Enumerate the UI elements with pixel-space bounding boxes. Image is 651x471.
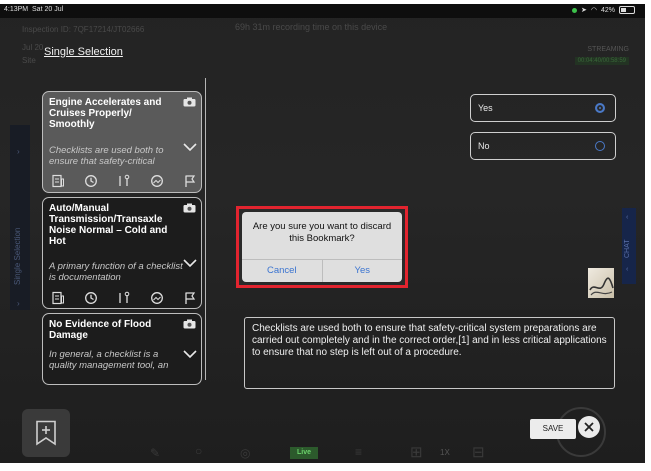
site-line: Site — [22, 56, 36, 65]
wifi-icon: ◠ — [590, 7, 597, 14]
status-clock: 4:13PM — [4, 6, 29, 13]
card-actions — [51, 174, 197, 188]
checklist-card[interactable]: Auto/Manual Transmission/Transaxle Noise… — [42, 197, 202, 309]
card-description: In general, a checklist is a quality man… — [49, 349, 169, 371]
chevron-left-icon: ‹ — [626, 266, 629, 273]
option-yes[interactable]: Yes — [470, 94, 616, 122]
zoom-in-icon[interactable]: ⊞ — [410, 443, 423, 461]
status-bar: 4:13PM Sat 20 Jul ➤ ◠ 42% — [0, 4, 645, 18]
streaming-label: STREAMING — [587, 46, 629, 53]
status-date: Sat 20 Jul — [32, 6, 64, 13]
document-icon[interactable] — [51, 291, 65, 305]
pen-icon[interactable]: ✎ — [150, 446, 160, 460]
close-save-button[interactable] — [578, 416, 600, 438]
tools-icon[interactable] — [117, 174, 131, 188]
battery-icon — [619, 6, 635, 14]
flag-icon[interactable] — [183, 291, 197, 305]
card-description: A primary function of a checklist is doc… — [49, 261, 183, 283]
status-time: 4:13PM Sat 20 Jul — [4, 6, 63, 13]
confirm-yes-button[interactable]: Yes — [321, 260, 403, 282]
option-no[interactable]: No — [470, 132, 616, 160]
chevron-down-icon[interactable] — [183, 349, 197, 359]
location-icon: ➤ — [581, 7, 587, 14]
image-icon[interactable] — [150, 174, 164, 188]
status-indicators: ➤ ◠ 42% — [572, 6, 635, 14]
checklist-card[interactable]: Engine Accelerates and Cruises Properly/… — [42, 91, 202, 193]
flag-icon[interactable] — [183, 174, 197, 188]
recording-info: 69h 31m recording time on this device — [235, 22, 388, 32]
panel-title: Single Selection — [44, 46, 123, 58]
date-line: Jul 20 — [22, 43, 44, 52]
recording-dot-icon — [572, 7, 577, 13]
camera-icon[interactable] — [183, 203, 196, 213]
radio-unselected-icon[interactable] — [595, 141, 605, 151]
chevron-down-icon[interactable] — [183, 258, 197, 268]
tools-icon[interactable] — [117, 291, 131, 305]
card-description: Checklists are used both to ensure that … — [49, 145, 164, 167]
attachment-thumbnail[interactable] — [588, 268, 614, 298]
live-badge[interactable]: Live — [290, 447, 318, 459]
menu-icon[interactable]: ≡ — [355, 445, 362, 459]
card-actions — [51, 291, 197, 305]
discard-bookmark-dialog: Are you sure you want to discard this Bo… — [236, 206, 408, 288]
dialog-message: Are you sure you want to discard this Bo… — [252, 221, 392, 244]
document-icon[interactable] — [51, 174, 65, 188]
radio-selected-icon[interactable] — [595, 103, 605, 113]
chevron-down-icon[interactable] — [183, 142, 197, 152]
side-tab-label: Single Selection — [13, 227, 22, 285]
list-scrollbar[interactable] — [205, 78, 206, 380]
dialog-body: Are you sure you want to discard this Bo… — [242, 212, 402, 282]
cable-photo-icon — [589, 277, 614, 296]
save-button[interactable]: SAVE — [530, 419, 576, 439]
option-label: Yes — [478, 103, 493, 113]
single-selection-side-tab[interactable]: › Single Selection › — [10, 125, 30, 310]
history-icon[interactable] — [84, 291, 98, 305]
card-title: No Evidence of Flood Damage — [49, 319, 152, 341]
chevron-left-icon: ‹ — [626, 214, 629, 221]
history-icon[interactable] — [84, 174, 98, 188]
zoom-level: 1X — [440, 448, 450, 457]
chat-side-tab[interactable]: ‹ CHAT ‹ — [622, 208, 636, 284]
camera-icon[interactable] — [183, 319, 196, 329]
battery-percent: 42% — [600, 6, 615, 14]
app-window: 4:13PM Sat 20 Jul ➤ ◠ 42% Inspection ID:… — [0, 0, 651, 471]
stream-timer: 00:04:40/00:58:59 — [574, 57, 629, 65]
chevron-right-icon: › — [17, 299, 20, 308]
option-label: No — [478, 141, 490, 151]
search-icon[interactable]: ○ — [195, 444, 202, 458]
image-icon[interactable] — [150, 291, 164, 305]
cancel-button[interactable]: Cancel — [242, 260, 322, 282]
zoom-out-icon[interactable]: ⊟ — [472, 443, 485, 461]
close-icon — [584, 422, 594, 432]
inspection-id: Inspection ID: 7QF17214/JT02666 — [22, 25, 145, 34]
right-edge — [645, 0, 651, 471]
add-bookmark-button[interactable] — [22, 409, 70, 457]
notes-field[interactable]: Checklists are used both to ensure that … — [244, 317, 615, 389]
card-title: Auto/Manual Transmission/Transaxle Noise… — [49, 203, 168, 247]
chevron-right-icon: › — [17, 147, 20, 156]
chat-tab-label: CHAT — [624, 239, 631, 258]
camera-switch-icon[interactable]: ◎ — [240, 446, 250, 460]
camera-icon[interactable] — [183, 97, 196, 107]
card-title: Engine Accelerates and Cruises Properly/… — [49, 97, 162, 130]
bookmark-add-icon — [36, 420, 56, 446]
checklist-card[interactable]: No Evidence of Flood Damage In general, … — [42, 313, 202, 385]
dialog-buttons: Cancel Yes — [242, 259, 402, 282]
bottom-edge — [0, 463, 651, 471]
